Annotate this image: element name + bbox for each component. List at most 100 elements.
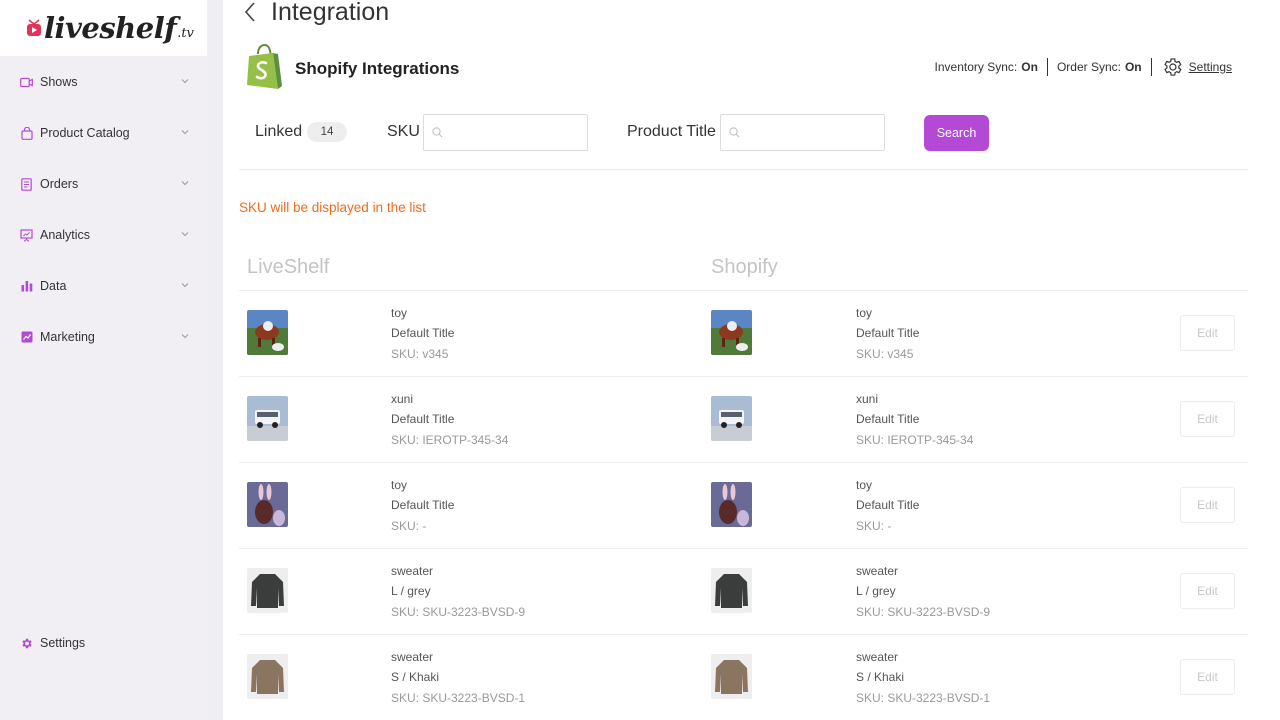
sidebar: liveshelf .tv Shows Product Catalog Orde… xyxy=(0,0,207,720)
product-variant: S / Khaki xyxy=(856,670,905,684)
product-name: toy xyxy=(856,306,873,320)
product-variant: Default Title xyxy=(856,412,920,426)
table-row: sweater S / Khaki SKU: SKU-3223-BVSD-1 s… xyxy=(239,635,1248,720)
column-header-shopify: Shopify xyxy=(711,256,778,278)
edit-button[interactable]: Edit xyxy=(1180,401,1235,437)
product-sku: SKU: v345 xyxy=(856,347,914,361)
chevron-down-icon xyxy=(181,79,189,84)
sidebar-item-settings[interactable]: Settings xyxy=(0,629,207,657)
product-sku: SKU: SKU-3223-BVSD-9 xyxy=(391,605,526,619)
sidebar-item-orders[interactable]: Orders xyxy=(0,170,207,198)
sidebar-item-label: Analytics xyxy=(40,228,91,242)
sidebar-item-label: Shows xyxy=(40,75,78,89)
chevron-down-icon xyxy=(181,130,189,135)
product-variant: Default Title xyxy=(391,498,455,512)
product-variant: Default Title xyxy=(856,498,920,512)
logo-text: liveshelf xyxy=(44,11,177,45)
table-row: xuni Default Title SKU: IEROTP-345-34 xu… xyxy=(239,377,1248,463)
product-name: xuni xyxy=(391,392,414,406)
shopify-logo-icon xyxy=(247,44,282,89)
sidebar-item-shows[interactable]: Shows xyxy=(0,68,207,96)
order-sync-label: Order Sync: xyxy=(1056,60,1121,74)
product-name: toy xyxy=(391,306,408,320)
divider xyxy=(1046,58,1048,76)
search-button[interactable]: Search xyxy=(924,115,989,151)
product-variant: Default Title xyxy=(391,326,455,340)
edit-button[interactable]: Edit xyxy=(1180,315,1235,351)
shopping-bag-icon xyxy=(20,126,33,140)
sidebar-item-product-catalog[interactable]: Product Catalog xyxy=(0,119,207,147)
product-name: sweater xyxy=(391,564,434,578)
filter-bar: Linked 14 SKU Product Title Search xyxy=(255,113,1235,151)
gear-icon[interactable] xyxy=(1161,56,1183,78)
chevron-down-icon xyxy=(181,232,189,237)
sidebar-item-marketing[interactable]: Marketing xyxy=(0,323,207,351)
edit-button[interactable]: Edit xyxy=(1180,573,1235,609)
order-sync-value: On xyxy=(1124,60,1142,74)
chevron-down-icon xyxy=(181,283,189,288)
sidebar-item-label: Settings xyxy=(40,636,86,650)
chevron-down-icon xyxy=(181,334,189,339)
product-sku: SKU: v345 xyxy=(391,347,449,361)
sku-label: SKU xyxy=(387,123,420,140)
info-notice: SKU will be displayed in the list xyxy=(239,200,426,215)
main-panel: Integration Shopify Integrations Invento… xyxy=(223,0,1280,720)
edit-button[interactable]: Edit xyxy=(1180,659,1235,695)
sync-status-bar: Inventory Sync: On Order Sync: On Settin… xyxy=(935,56,1232,78)
product-name: toy xyxy=(391,478,408,492)
inventory-sync-label: Inventory Sync: xyxy=(934,60,1018,74)
product-title-search-input[interactable] xyxy=(720,114,885,151)
product-variant: Default Title xyxy=(856,326,920,340)
product-sku: SKU: SKU-3223-BVSD-1 xyxy=(856,691,991,705)
product-sku: SKU: SKU-3223-BVSD-9 xyxy=(856,605,991,619)
sidebar-item-data[interactable]: Data xyxy=(0,272,207,300)
trend-chart-icon xyxy=(20,331,33,344)
product-thumbnail xyxy=(711,482,752,527)
product-variant: L / grey xyxy=(856,584,896,598)
product-thumbnail xyxy=(711,568,752,613)
sidebar-item-label: Data xyxy=(40,279,67,293)
settings-link[interactable]: Settings xyxy=(1189,60,1232,74)
linked-count-badge: 14 xyxy=(307,122,347,142)
product-thumbnail xyxy=(247,310,288,355)
product-thumbnail xyxy=(247,568,288,613)
bar-chart-icon xyxy=(20,280,33,293)
search-icon xyxy=(729,127,740,138)
product-name: sweater xyxy=(856,650,899,664)
product-name: sweater xyxy=(856,564,899,578)
product-title-label: Product Title xyxy=(627,123,716,140)
chevron-left-icon[interactable] xyxy=(243,1,257,23)
product-thumbnail xyxy=(711,396,752,441)
section-title: Shopify Integrations xyxy=(295,59,460,78)
page-title: Integration xyxy=(271,0,390,26)
product-sku: SKU: - xyxy=(856,519,892,533)
gear-icon xyxy=(20,637,33,650)
chevron-down-icon xyxy=(181,181,189,186)
table-row: sweater L / grey SKU: SKU-3223-BVSD-9 sw… xyxy=(239,549,1248,635)
search-icon xyxy=(432,127,443,138)
presentation-chart-icon xyxy=(20,228,33,242)
video-icon xyxy=(20,76,33,89)
product-variant: S / Khaki xyxy=(391,670,440,684)
product-thumbnail xyxy=(711,310,752,355)
sidebar-item-label: Marketing xyxy=(40,330,95,344)
product-sku: SKU: IEROTP-345-34 xyxy=(856,433,974,447)
tv-logo-icon xyxy=(27,19,41,36)
page-header: Integration xyxy=(243,0,389,30)
product-name: toy xyxy=(856,478,873,492)
divider xyxy=(1150,58,1152,76)
product-variant: Default Title xyxy=(391,412,455,426)
logo-tld: .tv xyxy=(177,25,194,41)
column-header-liveshelf: LiveShelf xyxy=(247,256,330,278)
sku-search-input[interactable] xyxy=(423,114,588,151)
linked-label: Linked xyxy=(255,123,303,140)
logo[interactable]: liveshelf .tv xyxy=(0,0,207,56)
inventory-sync-value: On xyxy=(1021,60,1038,74)
table-row: toy Default Title SKU: - toy Default Tit… xyxy=(239,463,1248,549)
table-row: toy Default Title SKU: v345 toy Default … xyxy=(239,291,1248,377)
divider xyxy=(239,169,1248,170)
sidebar-item-analytics[interactable]: Analytics xyxy=(0,221,207,249)
edit-button[interactable]: Edit xyxy=(1180,487,1235,523)
product-sku: SKU: - xyxy=(391,519,427,533)
sidebar-item-label: Product Catalog xyxy=(40,126,130,140)
